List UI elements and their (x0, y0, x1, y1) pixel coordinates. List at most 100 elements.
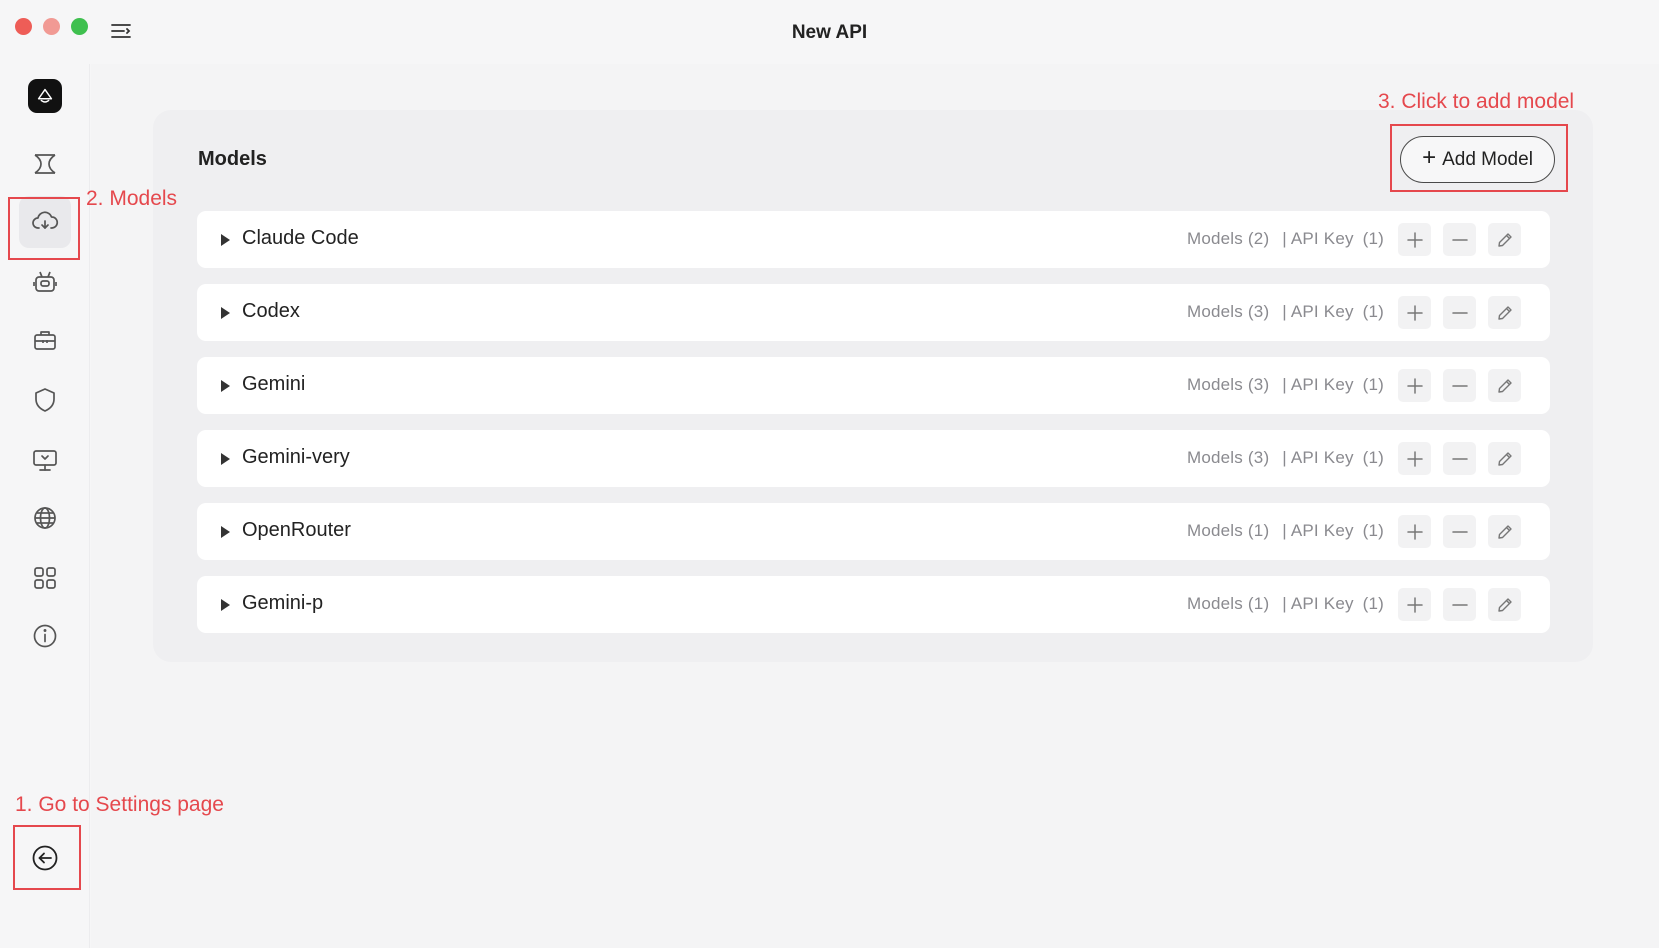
provider-row[interactable]: Gemini Models (3) | API Key (1) (197, 357, 1550, 414)
edit-button[interactable] (1488, 442, 1521, 475)
pencil-icon (1497, 597, 1512, 612)
edit-button[interactable] (1488, 515, 1521, 548)
apikey-label: | API Key (1282, 521, 1354, 540)
provider-row[interactable]: Gemini-very Models (3) | API Key (1) (197, 430, 1550, 487)
minus-icon (1451, 457, 1468, 460)
models-count: (3) (1247, 375, 1270, 394)
edit-button[interactable] (1488, 369, 1521, 402)
minus-icon (1451, 238, 1468, 241)
provider-meta: Models (3) | API Key (1) (1187, 448, 1384, 468)
sidebar-item-display[interactable] (19, 434, 71, 486)
sidebar-item-agents[interactable] (19, 256, 71, 308)
provider-row[interactable]: Claude Code Models (2) | API Key (1) (197, 211, 1550, 268)
plus-icon (1406, 231, 1423, 248)
annotation-box-add-model (1390, 124, 1568, 192)
sidebar-item-toolbox[interactable] (19, 314, 71, 366)
apikey-count: (1) (1362, 594, 1384, 613)
plus-icon (1406, 377, 1423, 394)
plugin-icon (34, 154, 56, 174)
provider-meta: Models (3) | API Key (1) (1187, 375, 1384, 395)
plus-icon (1406, 523, 1423, 540)
plus-icon (1406, 450, 1423, 467)
provider-row[interactable]: Codex Models (3) | API Key (1) (197, 284, 1550, 341)
robot-icon (33, 271, 57, 292)
edit-button[interactable] (1488, 223, 1521, 256)
info-icon (33, 624, 57, 648)
provider-name: Claude Code (242, 227, 359, 249)
plus-icon (1406, 304, 1423, 321)
globe-icon (34, 507, 56, 529)
models-label: Models (1186, 302, 1243, 321)
expand-caret-icon[interactable] (219, 525, 231, 539)
models-count: (2) (1247, 229, 1270, 248)
provider-name: OpenRouter (242, 519, 351, 541)
apikey-label: | API Key (1282, 594, 1354, 613)
add-key-button[interactable] (1398, 442, 1431, 475)
remove-button[interactable] (1443, 515, 1476, 548)
models-label: Models (1186, 448, 1243, 467)
pencil-icon (1497, 232, 1512, 247)
edit-button[interactable] (1488, 296, 1521, 329)
add-key-button[interactable] (1398, 223, 1431, 256)
apikey-label: | API Key (1282, 229, 1354, 248)
window-title: New API (791, 22, 868, 43)
models-label: Models (1186, 375, 1243, 394)
apikey-count: (1) (1362, 375, 1384, 394)
provider-meta: Models (1) | API Key (1) (1187, 521, 1384, 541)
provider-meta: Models (3) | API Key (1) (1187, 302, 1384, 322)
title-bar: New API (0, 0, 1659, 64)
remove-button[interactable] (1443, 442, 1476, 475)
sidebar-item-apps[interactable] (19, 552, 71, 604)
pencil-icon (1497, 378, 1512, 393)
provider-name: Gemini-p (242, 592, 324, 614)
remove-button[interactable] (1443, 296, 1476, 329)
apikey-count: (1) (1362, 302, 1384, 321)
brand-logo-icon[interactable] (28, 79, 62, 113)
annotation-box-models (8, 197, 80, 260)
expand-caret-icon[interactable] (219, 379, 231, 393)
annotation-step2: 2. Models (86, 187, 178, 210)
add-key-button[interactable] (1398, 588, 1431, 621)
provider-row[interactable]: Gemini-p Models (1) | API Key (1) (197, 576, 1550, 633)
apikey-label: | API Key (1282, 375, 1354, 394)
provider-meta: Models (2) | API Key (1) (1187, 229, 1384, 249)
provider-name: Gemini (242, 373, 306, 395)
apikey-count: (1) (1362, 229, 1384, 248)
edit-button[interactable] (1488, 588, 1521, 621)
annotation-box-settings (13, 825, 81, 890)
expand-caret-icon[interactable] (219, 306, 231, 320)
apikey-label: | API Key (1282, 448, 1354, 467)
models-count: (1) (1247, 521, 1270, 540)
sidebar-item-about[interactable] (19, 610, 71, 662)
pencil-icon (1497, 524, 1512, 539)
minus-icon (1451, 603, 1468, 606)
monitor-icon (33, 450, 57, 471)
minus-icon (1451, 530, 1468, 533)
models-count: (3) (1247, 448, 1270, 467)
expand-caret-icon[interactable] (219, 452, 231, 466)
remove-button[interactable] (1443, 369, 1476, 402)
add-key-button[interactable] (1398, 296, 1431, 329)
minus-icon (1451, 311, 1468, 314)
minus-icon (1451, 384, 1468, 387)
panel-title: Models (198, 148, 267, 170)
remove-button[interactable] (1443, 588, 1476, 621)
models-count: (3) (1247, 302, 1270, 321)
provider-meta: Models (1) | API Key (1) (1187, 594, 1384, 614)
remove-button[interactable] (1443, 223, 1476, 256)
expand-caret-icon[interactable] (219, 598, 231, 612)
add-key-button[interactable] (1398, 369, 1431, 402)
shield-icon (35, 388, 55, 412)
models-label: Models (1186, 594, 1243, 613)
add-key-button[interactable] (1398, 515, 1431, 548)
sidebar-item-plugins[interactable] (19, 138, 71, 190)
apikey-count: (1) (1362, 521, 1384, 540)
provider-row[interactable]: OpenRouter Models (1) | API Key (1) (197, 503, 1550, 560)
apps-grid-icon (34, 567, 56, 589)
sidebar-item-network[interactable] (19, 492, 71, 544)
expand-caret-icon[interactable] (219, 233, 231, 247)
main-content: Models + Add Model Claude Code Models (2)… (91, 64, 1659, 948)
apikey-count: (1) (1362, 448, 1384, 467)
apikey-label: | API Key (1282, 302, 1354, 321)
sidebar-item-security[interactable] (19, 374, 71, 426)
